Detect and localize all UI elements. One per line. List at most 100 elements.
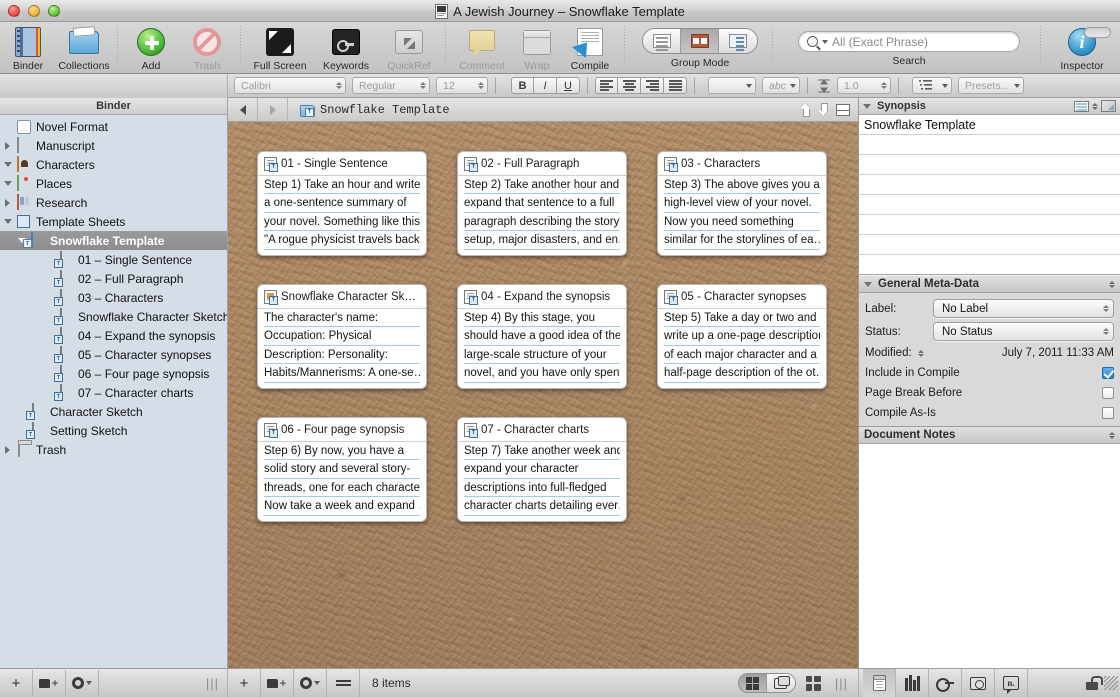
binder-item[interactable]: Setting Sketch [0, 421, 227, 440]
index-card-synopsis[interactable]: Step 1) Take an hour and write a one-sent… [258, 176, 426, 255]
index-card[interactable]: 04 - Expand the synopsis Step 4) By this … [457, 284, 627, 389]
line-spacing-select[interactable]: 1.0 [837, 77, 891, 94]
go-down-icon[interactable] [818, 103, 829, 116]
synopsis-textarea[interactable]: Snowflake Template [859, 115, 1120, 275]
include-in-compile-row[interactable]: Include in Compile [865, 363, 1114, 383]
toolbar-button-comment[interactable]: Comment [451, 22, 513, 72]
stepper-icon[interactable] [1092, 102, 1098, 110]
corkboard-view-segmented[interactable] [737, 673, 796, 693]
general-meta-data-header[interactable]: General Meta-Data [859, 275, 1120, 293]
toolbar-button-collections[interactable]: Collections [56, 22, 112, 72]
corkboard[interactable]: 01 - Single Sentence Step 1) Take an hour… [228, 122, 858, 668]
corkboard-add-button[interactable]: + [228, 668, 261, 697]
text-color-swatch[interactable] [708, 77, 756, 94]
font-style-select[interactable]: Regular [352, 77, 430, 94]
index-card-icon[interactable] [1074, 100, 1089, 112]
binder-item[interactable]: 01 – Single Sentence [0, 250, 227, 269]
binder-item[interactable]: Snowflake Template [0, 231, 227, 250]
binder-item[interactable]: Manuscript [0, 136, 227, 155]
references-tab-icon[interactable] [896, 668, 929, 697]
index-card[interactable]: 03 - Characters Step 3) The above gives y… [657, 151, 827, 256]
chevron-down-icon[interactable] [864, 281, 872, 287]
index-card[interactable]: Snowflake Character Sk… The character's n… [257, 284, 427, 389]
search-input[interactable]: All (Exact Phrase) [798, 31, 1020, 52]
document-notes-textarea[interactable] [859, 444, 1120, 668]
font-size-select[interactable]: 12 [436, 77, 488, 94]
group-mode-segmented[interactable] [642, 28, 758, 54]
index-card-synopsis[interactable]: Step 3) The above gives you a high-level … [658, 176, 826, 255]
card-size-icon[interactable] [805, 675, 821, 691]
group-mode-outline[interactable] [643, 29, 681, 53]
disclosure-triangle-icon[interactable] [2, 445, 13, 454]
search-scope-caret-icon[interactable] [822, 39, 828, 44]
page-break-before-row[interactable]: Page Break Before [865, 383, 1114, 403]
bold-button[interactable]: B [511, 77, 534, 94]
zoom-icon[interactable] [48, 4, 60, 17]
binder-item[interactable]: 06 – Four page synopsis [0, 364, 227, 383]
compile-as-is-row[interactable]: Compile As-Is [865, 403, 1114, 423]
forward-arrow-icon[interactable] [258, 97, 288, 122]
resize-grip-icon[interactable]: ||| [835, 676, 848, 691]
close-icon[interactable] [8, 4, 20, 17]
chevron-down-icon[interactable] [863, 103, 871, 109]
comments-tab-icon[interactable]: n. [995, 668, 1028, 697]
status-select[interactable]: No Status [933, 322, 1114, 341]
stepper-icon[interactable] [917, 349, 924, 357]
back-arrow-icon[interactable] [228, 97, 258, 122]
binder-item[interactable]: Snowflake Character Sketch [0, 307, 227, 326]
index-card-synopsis[interactable]: Step 2) Take another hour and expand that… [458, 176, 626, 255]
swap-arrows-icon[interactable] [327, 668, 360, 697]
corkboard-add-folder-button[interactable]: + [261, 668, 294, 697]
toolbar-button-trash[interactable]: Trash [179, 22, 235, 72]
corkboard-settings-button[interactable] [294, 668, 327, 697]
underline-button[interactable]: U [557, 77, 580, 94]
binder-add-button[interactable]: + [0, 670, 33, 696]
window-resizer-icon[interactable] [1104, 676, 1118, 690]
toolbar-button-quickref[interactable]: QuickRef [378, 22, 440, 72]
index-card-synopsis[interactable]: Step 6) By now, you have a solid story an… [258, 442, 426, 521]
align-left-button[interactable] [595, 77, 618, 94]
binder-item[interactable]: 02 – Full Paragraph [0, 269, 227, 288]
notes-tab-icon[interactable] [863, 668, 896, 697]
binder-item[interactable]: 05 – Character synopses [0, 345, 227, 364]
index-card-synopsis[interactable]: The character's name: Occupation: Physica… [258, 309, 426, 388]
align-justify-button[interactable] [664, 77, 687, 94]
binder-item[interactable]: 04 – Expand the synopsis [0, 326, 227, 345]
align-right-button[interactable] [641, 77, 664, 94]
minimize-icon[interactable] [28, 4, 40, 17]
group-mode-corkboard[interactable] [681, 29, 719, 53]
spelling-button[interactable]: abc [762, 77, 800, 94]
index-card[interactable]: 02 - Full Paragraph Step 2) Take another … [457, 151, 627, 256]
toolbar-toggle-pill[interactable] [1084, 27, 1111, 38]
disclosure-triangle-icon[interactable] [2, 181, 13, 186]
corkboard-mode-button[interactable] [738, 674, 767, 692]
synopsis-header[interactable]: Synopsis [859, 98, 1120, 115]
image-placeholder-icon[interactable] [1101, 100, 1116, 112]
binder-item[interactable]: Trash [0, 440, 227, 459]
toolbar-button-full-screen[interactable]: Full Screen [246, 22, 314, 72]
index-card-synopsis[interactable]: Step 7) Take another week and expand your… [458, 442, 626, 521]
keywords-tab-icon[interactable] [929, 668, 962, 697]
binder-item[interactable]: Places [0, 174, 227, 193]
label-select[interactable]: No Label [933, 299, 1114, 318]
lock-icon[interactable] [1086, 676, 1103, 690]
disclosure-triangle-icon[interactable] [2, 162, 13, 167]
italic-button[interactable]: I [534, 77, 557, 94]
index-card[interactable]: 07 - Character charts Step 7) Take anothe… [457, 417, 627, 522]
disclosure-triangle-icon[interactable] [2, 141, 13, 150]
binder-item[interactable]: Novel Format [0, 117, 227, 136]
binder-item[interactable]: 07 – Character charts [0, 383, 227, 402]
font-family-select[interactable]: Calibri [234, 77, 346, 94]
binder-item[interactable]: Characters [0, 155, 227, 174]
document-notes-header[interactable]: Document Notes [859, 426, 1120, 444]
presets-select[interactable]: Presets... [958, 77, 1024, 94]
snapshots-tab-icon[interactable] [962, 668, 995, 697]
binder-tree[interactable]: Novel Format Manuscript Characters Places Re… [0, 115, 227, 668]
stack-mode-button[interactable] [766, 674, 795, 692]
toolbar-button-compile[interactable]: Compile [561, 22, 619, 72]
index-card-synopsis[interactable]: Step 4) By this stage, you should have a … [458, 309, 626, 388]
go-up-icon[interactable] [800, 103, 811, 117]
toolbar-button-binder[interactable]: Binder [0, 22, 56, 72]
disclosure-triangle-icon[interactable] [2, 219, 13, 224]
list-style-button[interactable] [912, 77, 952, 94]
